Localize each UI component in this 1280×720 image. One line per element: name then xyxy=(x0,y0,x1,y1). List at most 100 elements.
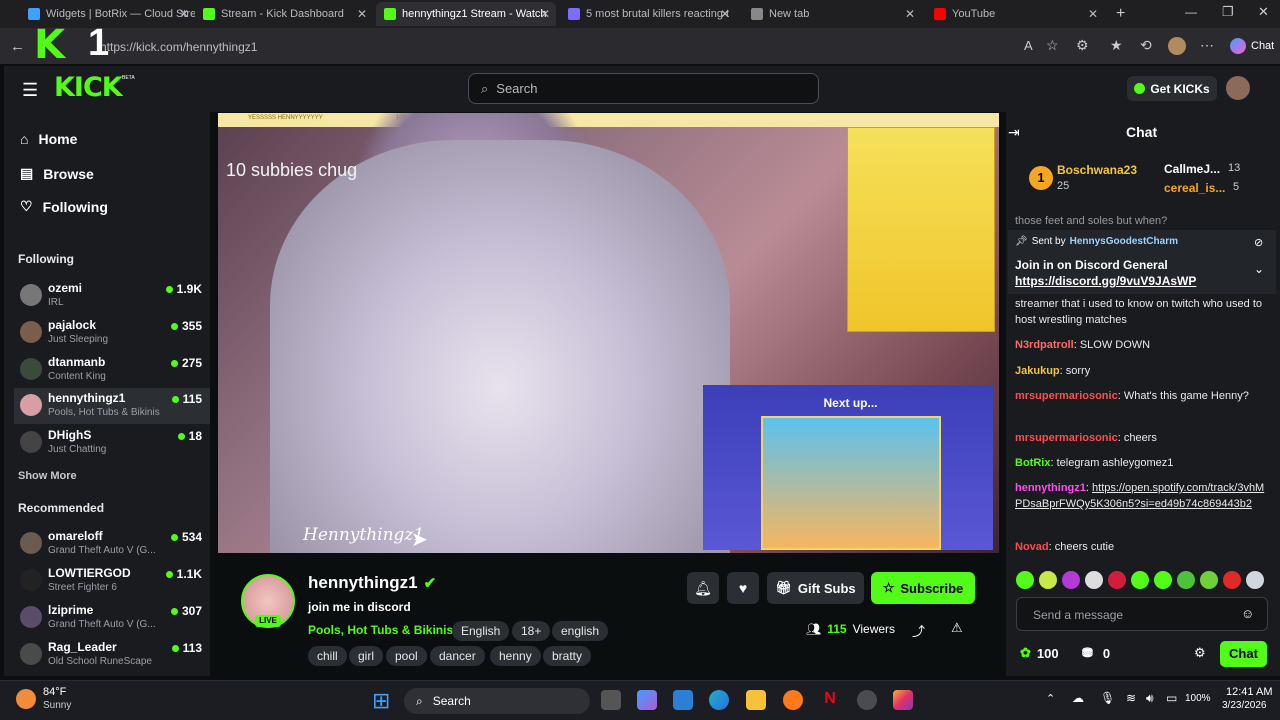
close-icon[interactable]: ✕ xyxy=(357,7,367,21)
message-user[interactable]: mrsupermariosonic xyxy=(1015,432,1118,444)
maximize-icon[interactable]: ❐ xyxy=(1222,4,1234,20)
instagram-icon[interactable] xyxy=(893,690,913,710)
read-aloud-icon[interactable]: A xyxy=(1024,38,1033,53)
emote-icon[interactable] xyxy=(1246,571,1264,589)
sidebar-channel-hennythingz1[interactable]: hennythingz1 Pools, Hot Tubs & Bikinis 115 xyxy=(14,388,210,424)
file-explorer-icon[interactable] xyxy=(746,690,766,710)
emote-icon[interactable] xyxy=(1016,571,1034,589)
more-menu-icon[interactable]: ⋯ xyxy=(1200,37,1214,54)
windows-start-icon[interactable]: ⊞ xyxy=(372,688,390,714)
share-icon[interactable]: ⤴ xyxy=(912,621,925,640)
message-user[interactable]: hennythingz1 xyxy=(1015,482,1086,494)
battery-icon[interactable]: ▭ xyxy=(1166,691,1177,705)
tag-english-lower[interactable]: english xyxy=(552,621,609,641)
chat-settings-icon[interactable]: ⚙ xyxy=(1194,645,1206,661)
microphone-icon[interactable]: 🎙︎ xyxy=(1100,691,1115,705)
taskbar-search[interactable]: ⌕ Search xyxy=(404,688,590,714)
chevron-up-icon[interactable]: ⌃ xyxy=(1046,692,1055,705)
tab-killers-video[interactable]: 5 most brutal killers reacting t ✕ xyxy=(560,2,736,26)
url-field[interactable]: https://kick.com/hennythingz1 xyxy=(88,36,1088,58)
sidebar-channel-lowtiergod[interactable]: LOWTIERGOD Street Fighter 6 1.1K xyxy=(14,563,210,599)
tag-bratty[interactable]: bratty xyxy=(543,646,592,666)
new-tab-icon[interactable]: + xyxy=(1116,5,1125,23)
user-avatar[interactable] xyxy=(1226,76,1250,100)
edge-icon[interactable] xyxy=(709,690,729,710)
favorites-icon[interactable]: ★ xyxy=(1110,37,1123,54)
emote-icon[interactable] xyxy=(1062,571,1080,589)
emote-icon[interactable] xyxy=(1039,571,1057,589)
copilot-icon[interactable] xyxy=(637,690,657,710)
emote-icon[interactable] xyxy=(1131,571,1149,589)
tag-english[interactable]: English xyxy=(452,621,510,641)
tab-new-tab[interactable]: New tab ✕ xyxy=(743,2,921,26)
favorite-star-icon[interactable]: ☆ xyxy=(1046,37,1059,54)
extensions-icon[interactable]: ⚙ xyxy=(1076,37,1089,54)
sidebar-channel-rag-leader[interactable]: Rag_Leader Old School RuneScape 113 xyxy=(14,637,210,673)
chatgpt-icon[interactable] xyxy=(857,690,877,710)
gifter-2-name[interactable]: CallmeJ... xyxy=(1164,162,1220,176)
nav-browse[interactable]: ▤ Browse xyxy=(20,165,94,182)
emoji-icon[interactable]: ☺ xyxy=(1241,606,1254,621)
nav-home[interactable]: ⌂ Home xyxy=(20,131,77,147)
send-chat-button[interactable]: Chat xyxy=(1220,641,1267,667)
volume-icon[interactable]: 🔊︎ xyxy=(1146,691,1154,706)
sidebar-channel-pajalock[interactable]: pajalock Just Sleeping 355 xyxy=(14,315,210,351)
sidebar-channel-lziprime[interactable]: lziprime Grand Theft Auto V (G... 307 xyxy=(14,600,210,636)
emote-icon[interactable] xyxy=(1108,571,1126,589)
weather-temp[interactable]: 84°F xyxy=(43,686,66,698)
channel-points[interactable]: ⛃ 0 xyxy=(1082,645,1110,661)
search-input[interactable]: ⌕ Search xyxy=(468,73,819,104)
photos-icon[interactable] xyxy=(673,690,693,710)
unpin-icon[interactable]: ⊘ xyxy=(1254,236,1263,249)
chevron-down-icon[interactable]: ⌄ xyxy=(1254,262,1264,276)
message-user[interactable]: mrsupermariosonic xyxy=(1015,390,1118,402)
emote-icon[interactable] xyxy=(1200,571,1218,589)
subscribe-button[interactable]: ☆ Subscribe xyxy=(871,572,975,604)
tab-hennythingz1[interactable]: hennythingz1 Stream - Watch ✕ xyxy=(376,2,556,26)
message-user[interactable]: BotRix xyxy=(1015,457,1050,469)
netflix-icon[interactable]: N xyxy=(820,690,840,710)
cloud-icon[interactable]: ☁ xyxy=(1072,691,1084,705)
wifi-icon[interactable]: ≋ xyxy=(1126,691,1136,705)
task-view-icon[interactable] xyxy=(601,690,621,710)
kick-logo[interactable]: KICK xyxy=(54,72,123,103)
report-icon[interactable]: ⚠ xyxy=(951,620,963,636)
profile-avatar[interactable] xyxy=(1168,37,1186,55)
tag-dancer[interactable]: dancer xyxy=(430,646,485,666)
tag-henny[interactable]: henny xyxy=(490,646,541,666)
tag-girl[interactable]: girl xyxy=(349,646,384,666)
close-icon[interactable]: ✕ xyxy=(720,7,730,21)
firefox-icon[interactable] xyxy=(783,690,803,710)
close-icon[interactable]: ✕ xyxy=(540,7,550,21)
close-icon[interactable]: ✕ xyxy=(905,7,915,21)
message-user[interactable]: N3rdpatroll xyxy=(1015,339,1074,351)
channel-name[interactable]: hennythingz1 xyxy=(308,573,418,593)
history-icon[interactable]: ⟲ xyxy=(1140,37,1152,54)
weather-icon[interactable] xyxy=(16,689,36,709)
get-kicks-button[interactable]: Get KICKs xyxy=(1127,76,1217,101)
emote-icon[interactable] xyxy=(1223,571,1241,589)
message-user[interactable]: Novad xyxy=(1015,541,1049,553)
follow-heart-button[interactable]: ♥ xyxy=(727,572,759,604)
top-gifter-name[interactable]: Boschwana23 xyxy=(1057,163,1137,177)
minimize-icon[interactable]: — xyxy=(1185,5,1197,19)
emote-icon[interactable] xyxy=(1085,571,1103,589)
close-icon[interactable]: ✕ xyxy=(179,7,189,21)
pinned-user[interactable]: HennysGoodestCharm xyxy=(1070,236,1178,247)
gift-subs-button[interactable]: 🎁︎ Gift Subs xyxy=(767,572,864,604)
stream-category[interactable]: Pools, Hot Tubs & Bikinis xyxy=(308,623,453,637)
sidebar-channel-omareloff[interactable]: omareloff Grand Theft Auto V (G... 534 xyxy=(14,526,210,562)
close-icon[interactable]: ✕ xyxy=(1088,7,1098,21)
sidebar-channel-ozemi[interactable]: ozemi IRL 1.9K xyxy=(14,278,210,314)
copilot-chat-button[interactable]: Chat xyxy=(1230,38,1274,54)
clock-time[interactable]: 12:41 AM xyxy=(1226,686,1272,698)
message-user[interactable]: Jakukup xyxy=(1015,365,1060,377)
tab-kick-dashboard[interactable]: Stream - Kick Dashboard ✕ xyxy=(195,2,373,26)
tag-18plus[interactable]: 18+ xyxy=(512,621,551,641)
notification-bell-button[interactable]: 🔔︎ xyxy=(687,572,719,604)
back-icon[interactable]: ← xyxy=(10,38,25,55)
close-window-icon[interactable]: ✕ xyxy=(1258,4,1269,20)
tab-youtube[interactable]: YouTube ✕ xyxy=(926,2,1104,26)
hamburger-menu-icon[interactable]: ☰ xyxy=(22,80,38,101)
emote-icon[interactable] xyxy=(1154,571,1172,589)
